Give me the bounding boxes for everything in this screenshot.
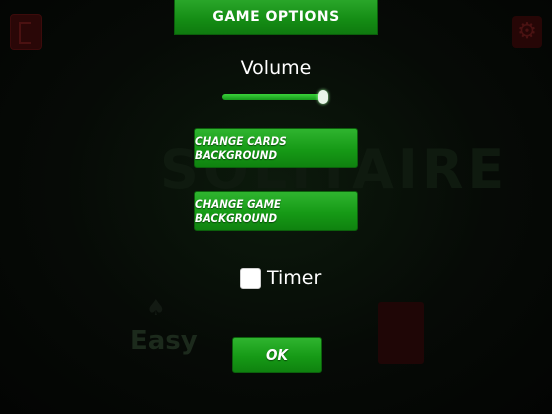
volume-slider[interactable] [222, 90, 330, 104]
timer-label: Timer [267, 267, 322, 289]
dialog-title: GAME OPTIONS [174, 0, 378, 35]
exit-icon [10, 14, 42, 50]
change-cards-background-button[interactable]: CHANGE CARDS BACKGROUND [194, 128, 358, 168]
timer-option[interactable]: Timer [240, 265, 321, 291]
volume-slider-knob[interactable] [317, 90, 328, 104]
spade-icon: ♠ [146, 296, 166, 321]
game-options-dialog: GAME OPTIONS Volume CHANGE CARDS BACKGRO… [174, 0, 378, 414]
ok-button[interactable]: OK [232, 337, 322, 373]
change-game-background-button[interactable]: CHANGE GAME BACKGROUND [194, 191, 358, 231]
background-card [378, 302, 424, 364]
volume-slider-track[interactable] [222, 94, 326, 100]
timer-checkbox[interactable] [240, 267, 261, 289]
gear-icon: ⚙ [512, 16, 542, 48]
volume-label: Volume [240, 57, 312, 79]
